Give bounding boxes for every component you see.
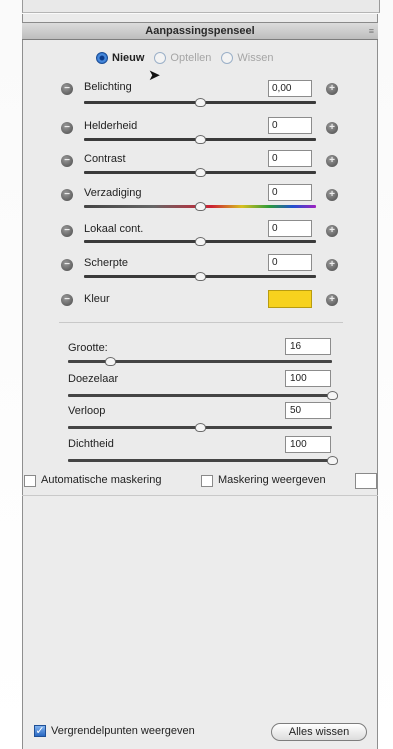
dichtheid-slider-thumb[interactable] [326,456,338,465]
belichting-field[interactable]: 0,00 [268,80,312,97]
contrast-slider-thumb[interactable] [194,168,206,177]
doezelaar-slider-thumb[interactable] [326,391,338,400]
radio-unselected-icon[interactable] [154,52,167,64]
section-divider [59,322,343,323]
mask-color-box[interactable] [355,473,377,489]
radio-nieuw[interactable]: Nieuw [96,52,144,64]
doezelaar-slider-track[interactable] [68,394,332,397]
auto-mask-label: Automatische maskering [41,474,162,486]
minus-icon[interactable]: − [61,83,73,95]
panel-menu-icon[interactable]: ≡ [369,23,374,40]
brush-label: Doezelaar [68,373,119,385]
lokaal-cont-slider-thumb[interactable] [194,237,206,246]
panel-title-bar[interactable]: Aanpassingspenseel ≡ [22,22,378,40]
radio-optellen[interactable]: Optellen [154,52,211,64]
lokaal-cont-field[interactable]: 0 [268,220,312,237]
minus-icon[interactable]: − [61,294,73,306]
minus-icon[interactable]: − [61,189,73,201]
contrast-field[interactable]: 0 [268,150,312,167]
top-strip [22,0,380,13]
show-mask-label: Maskering weergeven [218,474,326,486]
plus-icon[interactable]: + [326,259,338,271]
verloop-slider-thumb[interactable] [194,423,206,432]
dichtheid-slider-track[interactable] [68,459,332,462]
plus-icon[interactable]: + [326,122,338,134]
brush-label: Dichtheid [68,438,114,450]
adjustment-label: Contrast [84,153,126,165]
radio-wissen[interactable]: Wissen [221,52,273,64]
grootte-slider-thumb[interactable] [104,357,116,366]
plus-icon[interactable]: + [326,83,338,95]
kleur-label: Kleur [84,293,110,305]
show-pins-label: Vergrendelpunten weergeven [51,725,195,737]
adjustment-label: Scherpte [84,257,129,269]
mode-radio-group: Nieuw Optellen Wissen [96,52,273,64]
adjustment-label: Helderheid [84,120,138,132]
verloop-field[interactable]: 50 [285,402,331,419]
scherpte-field[interactable]: 0 [268,254,312,271]
clear-all-button[interactable]: Alles wissen [271,723,367,741]
plus-icon[interactable]: + [326,155,338,167]
scherpte-slider-thumb[interactable] [194,272,206,281]
panel-title: Aanpassingspenseel [145,25,255,37]
minus-icon[interactable]: − [61,259,73,271]
helderheid-slider-thumb[interactable] [194,135,206,144]
color-swatch[interactable] [268,290,312,308]
dichtheid-field[interactable]: 100 [285,436,331,453]
verzadiging-slider-thumb[interactable] [194,202,206,211]
belichting-slider-thumb[interactable] [194,98,206,107]
plus-icon[interactable]: + [326,225,338,237]
minus-icon[interactable]: − [61,122,73,134]
empty-panel-area [23,496,377,749]
plus-icon[interactable]: + [326,189,338,201]
radio-label-optellen: Optellen [170,52,212,64]
plus-icon[interactable]: + [326,294,338,306]
auto-mask-checkbox[interactable] [24,475,36,487]
minus-icon[interactable]: − [61,155,73,167]
doezelaar-field[interactable]: 100 [285,370,331,387]
radio-selected-icon[interactable] [96,52,108,64]
radio-label-wissen: Wissen [237,52,274,64]
show-pins-checkbox[interactable]: ✓ [34,725,46,737]
adjustment-label: Belichting [84,81,132,93]
helderheid-field[interactable]: 0 [268,117,312,134]
minus-icon[interactable]: − [61,225,73,237]
brush-label: Grootte: [68,342,108,354]
adjustment-label: Verzadiging [84,187,142,199]
radio-label-nieuw: Nieuw [112,52,145,64]
verzadiging-field[interactable]: 0 [268,184,312,201]
show-mask-checkbox[interactable] [201,475,213,487]
adjustment-label: Lokaal cont. [84,223,144,235]
radio-unselected-icon[interactable] [221,52,234,64]
brush-label: Verloop [68,405,106,417]
mouse-cursor-icon: ➤ [148,67,161,84]
grootte-field[interactable]: 16 [285,338,331,355]
